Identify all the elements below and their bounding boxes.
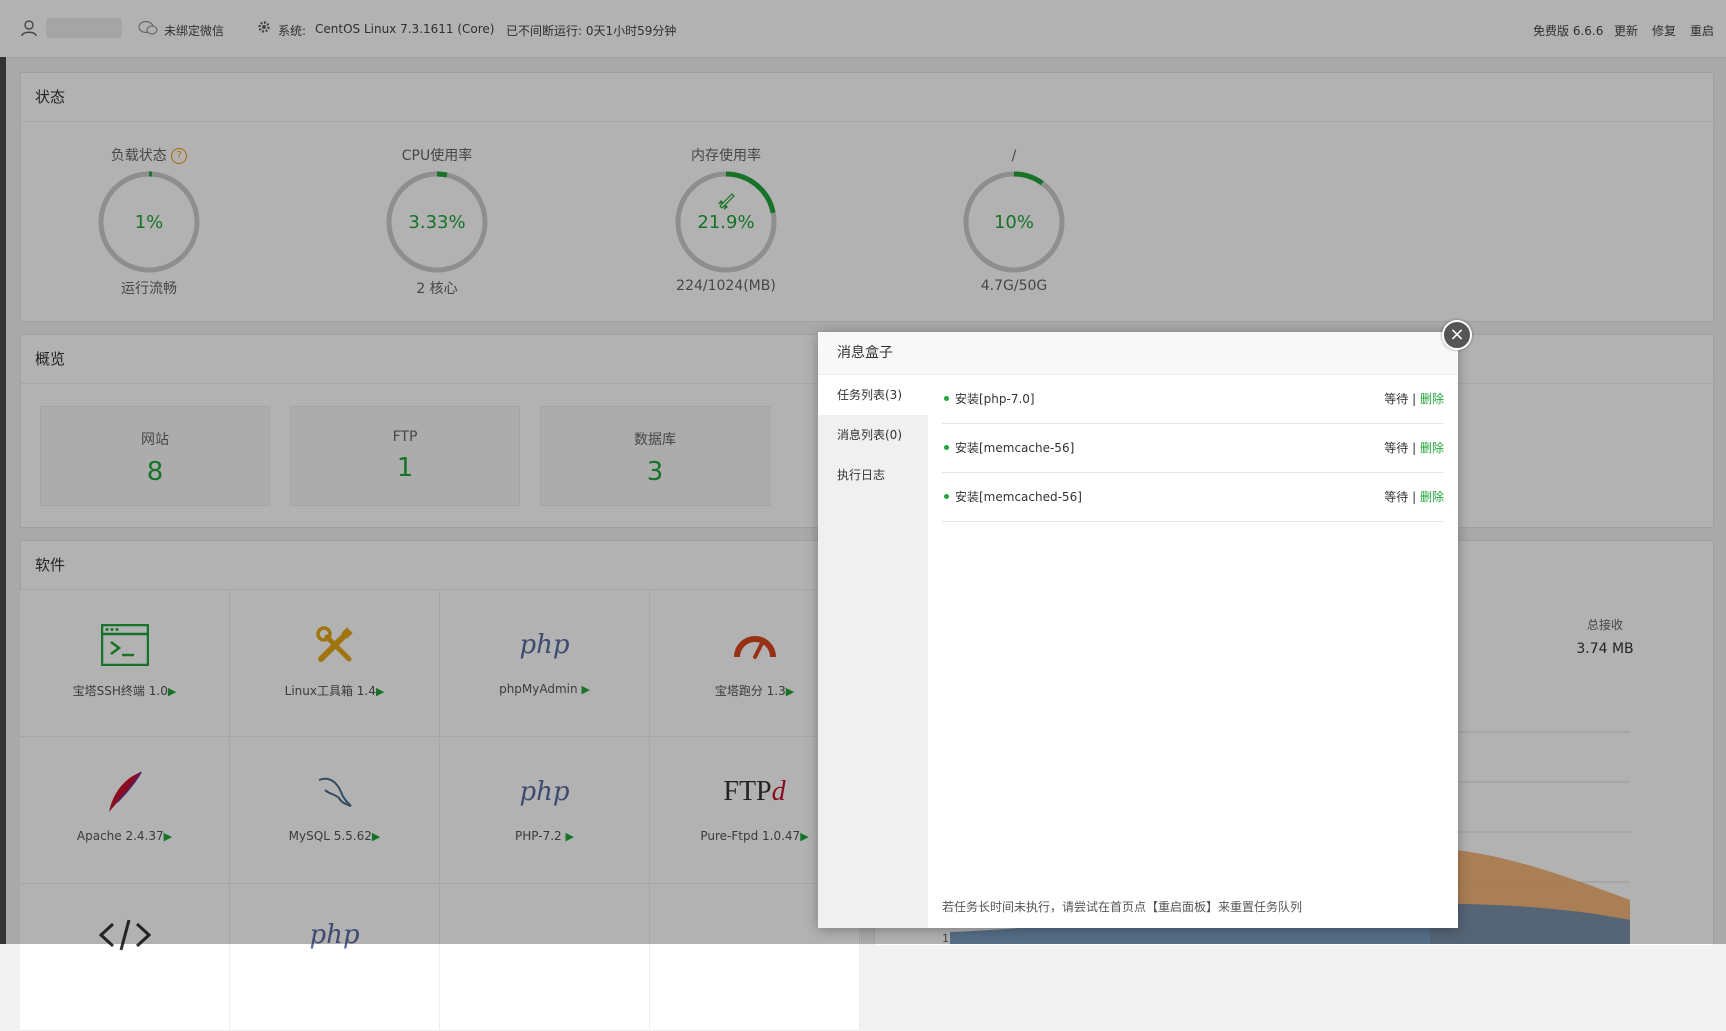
separator: | (1412, 490, 1417, 504)
tab-message-list[interactable]: 消息列表(0) (818, 415, 928, 455)
status-dot-icon (944, 396, 949, 401)
task-item: 安装[memcached-56] 等待 | 删除 (942, 473, 1444, 522)
delete-task-link[interactable]: 删除 (1420, 441, 1444, 455)
task-item: 安装[php-7.0] 等待 | 删除 (942, 375, 1444, 424)
delete-task-link[interactable]: 删除 (1420, 392, 1444, 406)
tab-execution-log[interactable]: 执行日志 (818, 455, 928, 495)
task-queue-hint: 若任务长时间未执行，请尝试在首页点【重启面板】来重置任务队列 (942, 900, 1303, 914)
task-status: 等待 (1384, 441, 1409, 455)
task-name: 安装[memcache-56] (955, 441, 1075, 455)
task-item: 安装[memcache-56] 等待 | 删除 (942, 424, 1444, 473)
task-status: 等待 (1384, 392, 1409, 406)
status-dot-icon (944, 445, 949, 450)
tab-task-list[interactable]: 任务列表(3) (818, 375, 928, 415)
message-box-title: 消息盒子 (818, 332, 1458, 375)
separator: | (1412, 392, 1417, 406)
delete-task-link[interactable]: 删除 (1420, 490, 1444, 504)
status-dot-icon (944, 494, 949, 499)
task-name: 安装[php-7.0] (955, 392, 1035, 406)
separator: | (1412, 441, 1417, 455)
message-box-dialog: 消息盒子 任务列表(3) 消息列表(0) 执行日志 安装[php-7.0] 等待… (818, 332, 1458, 928)
task-name: 安装[memcached-56] (955, 490, 1082, 504)
close-icon[interactable]: × (1442, 320, 1472, 350)
message-box-sidebar: 任务列表(3) 消息列表(0) 执行日志 (818, 375, 928, 928)
task-status: 等待 (1384, 490, 1409, 504)
task-list: 安装[php-7.0] 等待 | 删除 安装[memcache-56] 等待 |… (942, 375, 1444, 522)
